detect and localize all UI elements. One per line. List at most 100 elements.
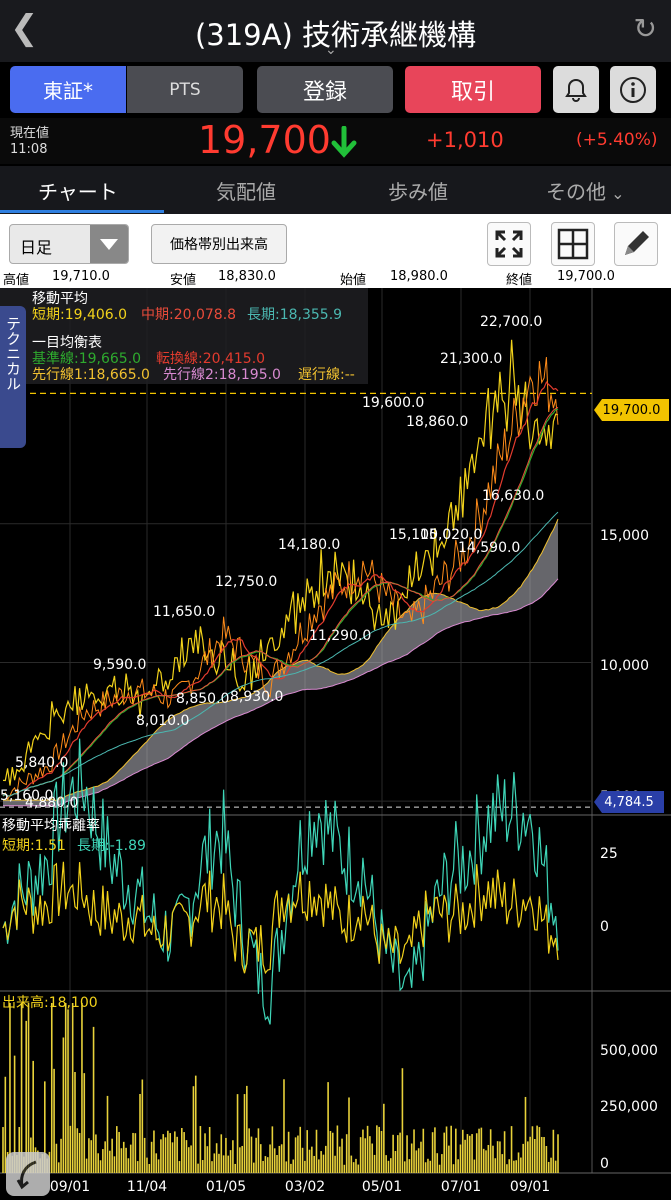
x-axis-label: 03/02 <box>285 1179 325 1195</box>
info-icon <box>620 76 646 103</box>
period-value: 日足 <box>20 238 53 257</box>
grid-icon <box>557 228 589 260</box>
ma-short: 短期:19,406.0 <box>32 307 128 323</box>
active-tab-indicator <box>0 210 164 213</box>
market-tab-tse[interactable]: 東証* <box>10 66 126 113</box>
osc-short: 短期:1.51 <box>2 838 66 854</box>
min-line-tag: 4,784.5 <box>594 791 664 813</box>
trade-button[interactable]: 取引 <box>405 66 541 113</box>
chevron-down-icon[interactable]: ⌄ <box>325 42 337 58</box>
x-axis-label: 05/01 <box>362 1179 402 1195</box>
high-value: 19,710.0 <box>52 269 110 284</box>
senko1-line <box>3 518 559 801</box>
osc-axis-label: 25 <box>600 846 618 862</box>
x-axis-label: 07/01 <box>441 1179 481 1195</box>
bell-button[interactable] <box>553 66 599 113</box>
low-label: 安値 <box>170 273 197 288</box>
price-annotation: 12,750.0 <box>215 574 277 590</box>
price-change-pct: (+5.40%) <box>576 130 658 150</box>
x-axis-label: 09/01 <box>510 1179 550 1195</box>
price-axis-label: 10,000 <box>600 658 649 674</box>
volume-axis-label: 500,000 <box>600 1043 658 1059</box>
bell-icon <box>565 78 587 102</box>
info-button[interactable] <box>610 66 656 113</box>
open-value: 18,980.0 <box>390 269 448 284</box>
tab-chart[interactable]: チャート <box>38 176 118 205</box>
oscillator-legend: 移動平均乖離率 短期:1.51 長期:-1.89 <box>2 815 146 855</box>
volume-axis-label: 0 <box>600 1156 609 1172</box>
price-annotation: 19,600.0 <box>362 395 424 411</box>
period-select[interactable]: 日足 <box>9 224 129 264</box>
price-annotation: 11,650.0 <box>153 604 215 620</box>
senko1-value: 先行線1:18,665.0 <box>32 367 150 383</box>
fullscreen-button[interactable] <box>487 222 531 266</box>
technical-label: テクニカル <box>4 316 22 391</box>
arrow-down-icon <box>331 126 357 158</box>
draw-button[interactable] <box>614 222 658 266</box>
price-annotation: 8,010.0 <box>136 713 189 729</box>
current-price: 19,700 <box>198 118 331 162</box>
current-price-label: 現在値 <box>10 126 50 141</box>
chevron-down-icon: ⌄ <box>606 184 625 203</box>
tab-trades[interactable]: 歩み値 <box>388 176 448 205</box>
back-arrow-icon <box>16 1160 37 1190</box>
ma-long: 長期:18,355.9 <box>247 307 343 323</box>
price-annotation: 8,930.0 <box>230 689 283 705</box>
price-line <box>2 356 559 801</box>
register-button[interactable]: 登録 <box>257 66 393 113</box>
x-axis-label: 09/01 <box>50 1179 90 1195</box>
price-annotation: 14,180.0 <box>278 537 340 553</box>
tab-other[interactable]: その他 ⌄ <box>546 176 625 205</box>
market-tab-pts[interactable]: PTS <box>127 66 243 113</box>
refresh-icon[interactable]: ↻ <box>634 12 657 45</box>
main-legend: 移動平均 短期:19,406.0 中期:20,078.8 長期:18,355.9… <box>0 288 368 384</box>
price-annotation: 22,700.0 <box>480 314 542 330</box>
fullscreen-icon <box>495 230 523 258</box>
dropdown-button <box>90 225 128 263</box>
triangle-down-icon <box>100 239 118 250</box>
quote-time: 11:08 <box>10 142 48 157</box>
price-annotation: 16,630.0 <box>482 488 544 504</box>
ma-mid: 中期:20,078.8 <box>141 307 237 323</box>
chart-controls: 日足 価格帯別出来高 <box>0 214 671 270</box>
volume-legend: 出来高:18,100 <box>2 995 98 1011</box>
high-label: 高値 <box>3 273 30 288</box>
close-label: 終値 <box>506 273 533 288</box>
price-change: +1,010 <box>426 128 504 152</box>
price-annotation: 5,840.0 <box>15 755 68 771</box>
open-label: 始値 <box>340 273 367 288</box>
price-annotation: 8,850.0 <box>176 691 229 707</box>
senko2-value: 先行線2:18,195.0 <box>163 367 281 383</box>
scroll-handle[interactable] <box>6 1152 50 1196</box>
osc-long-line <box>2 738 559 1025</box>
price-annotation: 18,860.0 <box>406 414 468 430</box>
lagging-line <box>2 339 559 786</box>
price-annotation: 9,590.0 <box>93 657 146 673</box>
tab-quotes[interactable]: 気配値 <box>216 176 276 205</box>
volume-profile-button[interactable]: 価格帯別出来高 <box>151 224 287 264</box>
quote-bar: 現在値 11:08 19,700 +1,010 (+5.40%) <box>0 118 671 164</box>
osc-title: 移動平均乖離率 <box>2 818 100 834</box>
close-value: 19,700.0 <box>557 269 615 284</box>
app-header: ❮ (319A) 技術承継機構 ⌄ ↻ <box>0 0 671 62</box>
technical-side-tab[interactable]: テクニカル <box>0 306 26 448</box>
price-axis-label: 15,000 <box>600 528 649 544</box>
ohlc-row: 高値 19,710.0 安値 18,830.0 始値 18,980.0 終値 1… <box>0 268 671 288</box>
price-annotation: 21,300.0 <box>440 351 502 367</box>
price-annotation: 4,880.0 <box>25 795 78 811</box>
low-value: 18,830.0 <box>218 269 276 284</box>
tab-other-label: その他 <box>546 180 606 204</box>
volume-axis-label: 250,000 <box>600 1099 658 1115</box>
current-price-tag: 19,700.0 <box>594 399 669 421</box>
price-annotation: 11,290.0 <box>309 628 371 644</box>
osc-axis-label: 0 <box>600 919 609 935</box>
x-axis-label: 11/04 <box>127 1179 167 1195</box>
stock-chart[interactable]: 15,00010,0005,000250500,000250,000009/01… <box>0 288 671 1200</box>
chikou-value: 遅行線:-- <box>298 367 355 383</box>
layout-button[interactable] <box>551 222 595 266</box>
price-annotation: 14,590.0 <box>458 540 520 556</box>
osc-long: 長期:-1.89 <box>76 838 146 854</box>
pencil-icon <box>625 231 649 255</box>
x-axis-label: 01/05 <box>206 1179 246 1195</box>
tab-bar: チャート 気配値 歩み値 その他 ⌄ <box>0 166 671 214</box>
